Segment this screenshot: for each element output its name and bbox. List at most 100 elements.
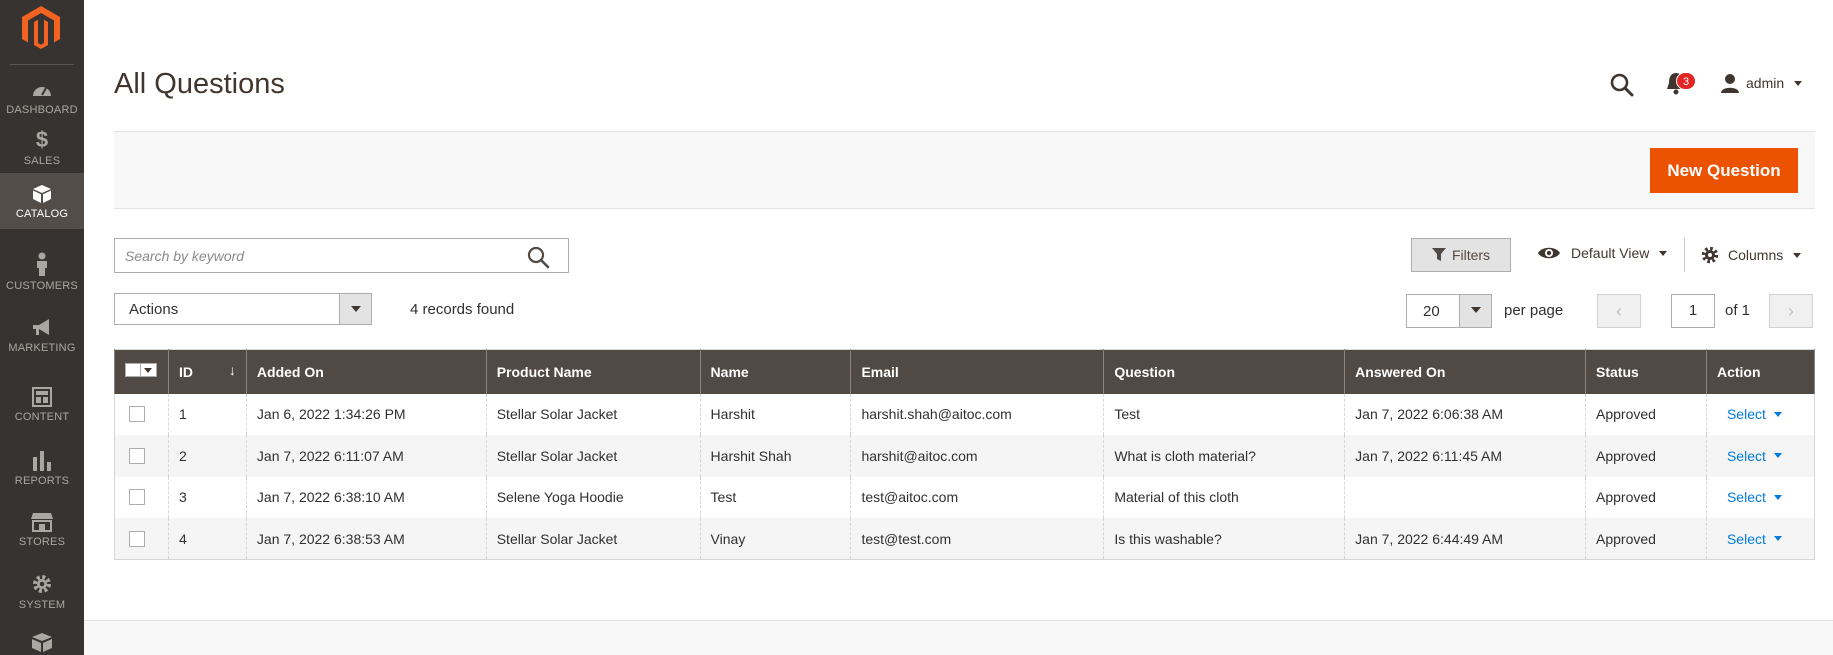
cell-question: What is cloth material?: [1103, 435, 1346, 477]
table-row: 4 Jan 7, 2022 6:38:53 AM Stellar Solar J…: [114, 518, 1816, 560]
action-select-label: Select: [1726, 489, 1766, 506]
row-action-select[interactable]: Select: [1727, 448, 1782, 464]
page-footer: [84, 620, 1833, 655]
cell-question: Is this washable?: [1103, 518, 1346, 560]
row-action-select[interactable]: Select: [1727, 406, 1782, 422]
per-page-label: per page: [1504, 302, 1564, 319]
cell-added-on: Jan 7, 2022 6:38:53 AM: [245, 518, 487, 560]
row-checkbox[interactable]: [129, 530, 145, 547]
actions-label: Actions: [129, 301, 179, 318]
per-page-select[interactable]: 20: [1406, 294, 1492, 328]
cell-email: harshit@aitoc.com: [850, 435, 1105, 477]
column-header-action: Action: [1705, 349, 1816, 394]
column-header-name[interactable]: Name: [699, 349, 852, 394]
page-actions-bar: [114, 131, 1815, 209]
row-checkbox[interactable]: [129, 489, 145, 506]
row-checkbox[interactable]: [129, 406, 145, 423]
sidebar-item-content[interactable]: CONTENT: [0, 387, 84, 449]
cell-question: Test: [1103, 393, 1346, 435]
cell-action: Select: [1705, 476, 1816, 518]
bar-chart-icon: [33, 451, 51, 471]
cell-action: Select: [1705, 393, 1816, 435]
dollar-icon: $: [36, 127, 48, 151]
sidebar-item-reports[interactable]: REPORTS: [0, 449, 84, 511]
next-page-button[interactable]: ›: [1769, 294, 1813, 328]
columns-dropdown[interactable]: Columns: [1700, 245, 1802, 265]
sidebar-item-label: CONTENT: [14, 411, 70, 423]
gear-icon: [1701, 246, 1719, 264]
sidebar-item-stores[interactable]: STORES: [0, 512, 84, 574]
notification-count-badge: 3: [1676, 72, 1696, 90]
row-action-select[interactable]: Select: [1727, 531, 1782, 547]
cell-email: harshit.shah@aitoc.com: [850, 393, 1105, 435]
cell-question: Material of this cloth: [1103, 476, 1346, 518]
cell-answered-on: Jan 7, 2022 6:11:45 AM: [1344, 435, 1586, 477]
layout-icon: [32, 387, 52, 407]
per-page-value: 20: [1423, 303, 1440, 320]
cell-status: Approved: [1585, 518, 1707, 560]
sidebar-item-label: SALES: [23, 155, 61, 167]
dropdown-toggle[interactable]: [1459, 295, 1491, 327]
row-select-cell: [114, 393, 169, 435]
sidebar-item-catalog[interactable]: CATALOG: [0, 173, 84, 229]
cell-name: Harshit Shah: [699, 435, 852, 477]
sidebar-item-label: REPORTS: [14, 475, 70, 487]
cell-product-name: Stellar Solar Jacket: [485, 393, 701, 435]
row-checkbox[interactable]: [129, 447, 145, 464]
sidebar-item-label: CATALOG: [15, 208, 69, 220]
sort-arrow-down-icon: ↓: [228, 362, 236, 378]
total-pages-label: of 1: [1725, 302, 1751, 319]
sidebar-item-customers[interactable]: CUSTOMERS: [0, 252, 84, 314]
cell-answered-on: [1344, 476, 1586, 518]
search-input[interactable]: [115, 239, 515, 272]
global-search-icon[interactable]: [1609, 72, 1635, 98]
search-icon[interactable]: [526, 245, 550, 269]
chevron-down-icon: [1773, 453, 1782, 459]
select-all-checkbox[interactable]: [125, 363, 141, 378]
store-icon: [31, 513, 53, 532]
admin-user-menu[interactable]: admin: [1720, 71, 1803, 95]
sidebar-item-marketing[interactable]: MARKETING: [0, 318, 84, 380]
new-question-button[interactable]: New Question: [1650, 148, 1798, 193]
sidebar-item-system[interactable]: SYSTEM: [0, 573, 84, 635]
mass-select-toggle[interactable]: [141, 363, 157, 378]
action-select-label: Select: [1726, 447, 1766, 464]
mass-select-checkbox[interactable]: [125, 363, 157, 378]
action-select-label: Select: [1726, 406, 1766, 423]
column-header-added-on[interactable]: Added On: [245, 349, 487, 394]
sidebar-item-more[interactable]: [0, 632, 84, 655]
cell-product-name: Stellar Solar Jacket: [485, 435, 701, 477]
svg-text:$: $: [36, 127, 48, 151]
column-header-product-name[interactable]: Product Name: [485, 349, 701, 394]
column-header-answered-on[interactable]: Answered On: [1344, 349, 1586, 394]
default-view-dropdown[interactable]: Default View: [1537, 245, 1668, 261]
dashboard-icon: [33, 87, 51, 96]
cell-email: test@aitoc.com: [850, 476, 1105, 518]
table-row: 2 Jan 7, 2022 6:11:07 AM Stellar Solar J…: [114, 435, 1816, 477]
column-header-email[interactable]: Email: [850, 349, 1105, 394]
mass-actions-dropdown[interactable]: Actions: [114, 293, 372, 325]
row-select-cell: [114, 518, 169, 560]
row-action-select[interactable]: Select: [1727, 489, 1782, 505]
cell-name: Test: [699, 476, 852, 518]
magento-logo-icon[interactable]: [22, 6, 60, 50]
cell-action: Select: [1705, 518, 1816, 560]
column-header-status[interactable]: Status: [1585, 349, 1707, 394]
person-icon: [37, 252, 47, 276]
chevron-down-icon: [1773, 411, 1782, 417]
filters-button[interactable]: Filters: [1411, 238, 1511, 272]
previous-page-button[interactable]: ‹: [1597, 294, 1641, 328]
cell-status: Approved: [1585, 393, 1707, 435]
dropdown-toggle[interactable]: [339, 294, 371, 324]
gear-icon: [33, 575, 51, 593]
mass-select-header: [114, 349, 169, 394]
columns-label: Columns: [1728, 247, 1784, 263]
page-number-input[interactable]: 1: [1671, 294, 1715, 328]
cell-id: 1: [167, 393, 247, 435]
column-header-id[interactable]: ID ↓: [167, 349, 247, 394]
cell-added-on: Jan 6, 2022 1:34:26 PM: [245, 393, 487, 435]
cell-action: Select: [1705, 435, 1816, 477]
column-header-question[interactable]: Question: [1103, 349, 1346, 394]
cell-product-name: Selene Yoga Hoodie: [485, 476, 701, 518]
cell-id: 2: [167, 435, 247, 477]
